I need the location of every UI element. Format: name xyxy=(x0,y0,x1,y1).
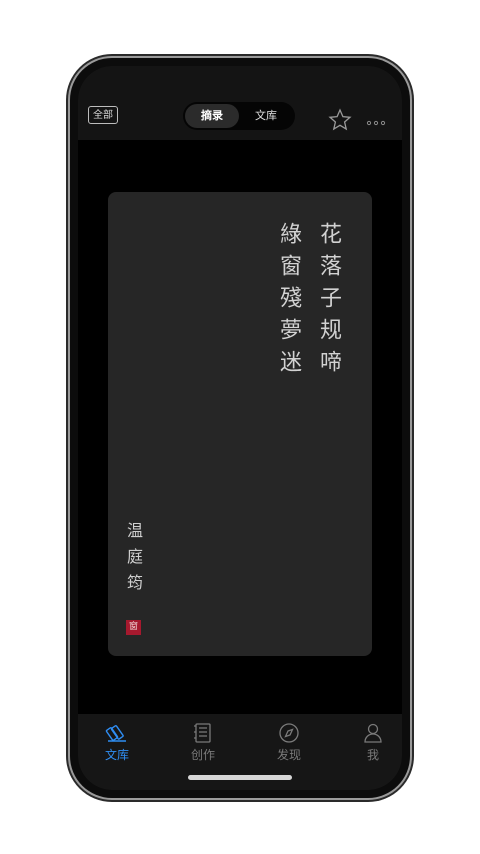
compass-icon xyxy=(277,722,301,744)
bottom-nav: 文库 创作 发现 我 xyxy=(78,714,402,790)
notebook-icon xyxy=(191,722,215,744)
tab-excerpts[interactable]: 摘录 xyxy=(185,104,239,128)
nav-label: 文库 xyxy=(104,748,129,762)
poem-card[interactable]: 花落子规啼 綠窗殘夢迷 温庭筠 窗 xyxy=(108,192,372,656)
person-icon xyxy=(361,722,385,744)
books-icon xyxy=(105,722,129,744)
segment-control: 摘录 文库 xyxy=(183,102,295,130)
volume-button xyxy=(410,212,414,300)
poem-text: 花落子规啼 綠窗殘夢迷 xyxy=(268,222,348,402)
power-button xyxy=(410,332,414,372)
poem-line: 花落子规啼 xyxy=(316,222,341,382)
nav-label: 我 xyxy=(366,748,379,762)
nav-me[interactable]: 我 xyxy=(348,722,398,763)
home-indicator[interactable] xyxy=(188,775,292,780)
author-name: 温庭筠 xyxy=(124,522,143,600)
nav-label: 发现 xyxy=(276,748,301,762)
nav-discover[interactable]: 发现 xyxy=(264,722,314,763)
more-icon[interactable] xyxy=(366,113,386,126)
screen: 全部 摘录 文库 花落子规啼 綠窗殘夢迷 温庭筠 窗 文库 创作 发现 我 xyxy=(78,66,402,790)
nav-library[interactable]: 文库 xyxy=(92,722,142,763)
poem-line: 綠窗殘夢迷 xyxy=(276,222,301,382)
star-icon[interactable] xyxy=(328,108,352,132)
nav-create[interactable]: 创作 xyxy=(178,722,228,763)
all-button[interactable]: 全部 xyxy=(88,106,118,124)
phone-frame: 全部 摘录 文库 花落子规啼 綠窗殘夢迷 温庭筠 窗 文库 创作 发现 我 xyxy=(70,58,410,798)
seal-stamp: 窗 xyxy=(126,620,141,635)
nav-label: 创作 xyxy=(190,748,215,762)
top-bar: 全部 摘录 文库 xyxy=(78,66,402,140)
tab-library[interactable]: 文库 xyxy=(239,104,293,128)
